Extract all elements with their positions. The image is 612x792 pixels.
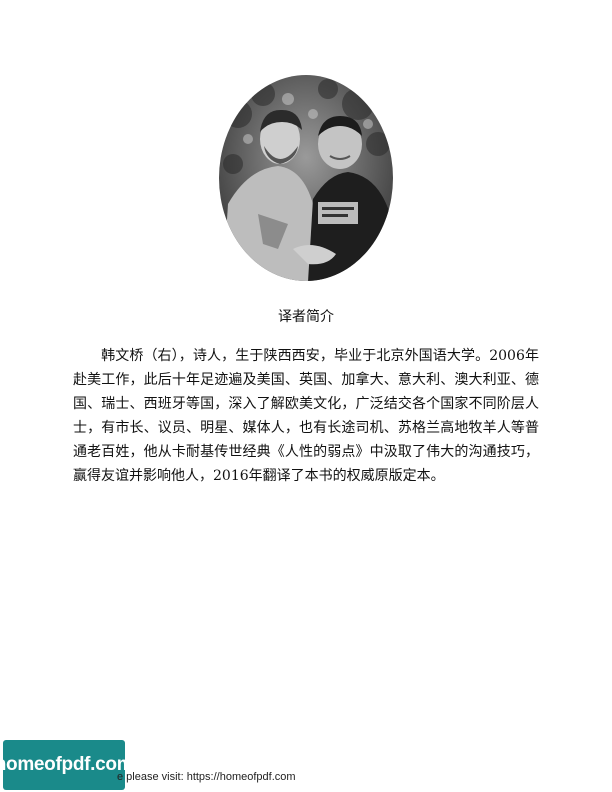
caption-translator-intro: 译者简介 [278, 309, 334, 325]
bio-paragraph: 韩文桥（右），诗人，生于陕西西安，毕业于北京外国语大学。2006年赴美工作，此后… [73, 348, 539, 484]
homeofpdf-logo[interactable]: homeofpdf.com [0, 740, 134, 790]
translator-bio: 韩文桥（右），诗人，生于陕西西安，毕业于北京外国语大学。2006年赴美工作，此后… [73, 344, 539, 488]
translators-photo [219, 75, 393, 281]
footer-notice[interactable]: e please visit: https://homeofpdf.com [117, 771, 296, 783]
